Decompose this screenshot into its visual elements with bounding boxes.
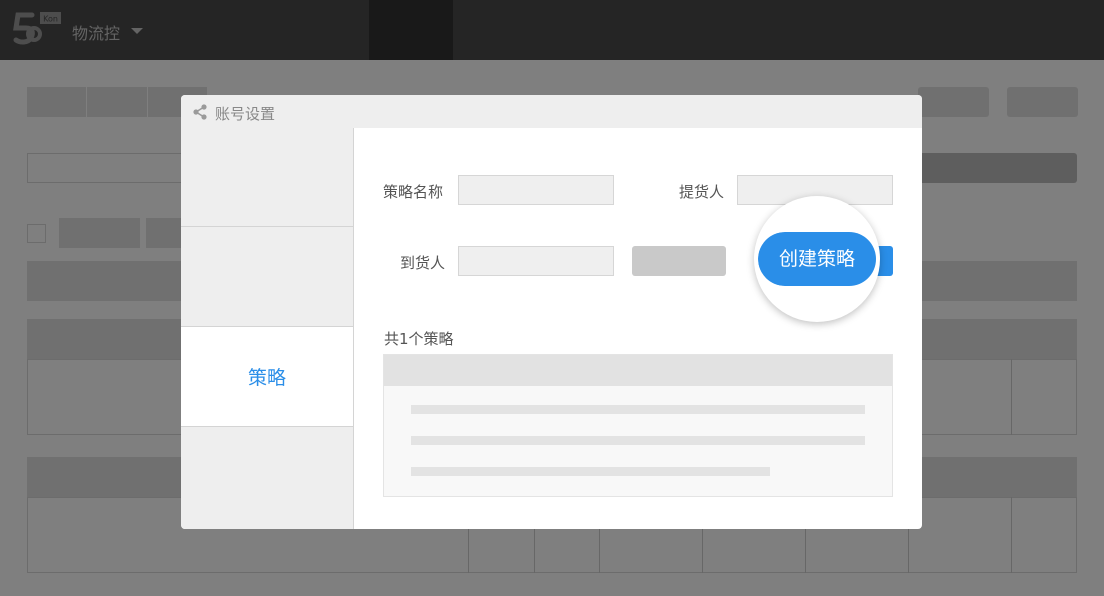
sidenav-item[interactable]: [181, 128, 353, 227]
list-item-placeholder: [411, 405, 865, 414]
settings-sidenav: 策略: [181, 128, 354, 529]
receiver-label: 到货人: [400, 254, 446, 272]
strategy-list-header: [384, 355, 892, 386]
receiver-input[interactable]: [458, 246, 614, 276]
modal-title: 账号设置: [215, 105, 276, 123]
list-item-placeholder: [411, 467, 770, 476]
strategy-list: [383, 354, 893, 497]
sidenav-item-strategy[interactable]: 策略: [181, 327, 353, 427]
account-settings-modal: 账号设置 策略 策略名称 提货人 到货人 创建策略 共1个策略: [181, 95, 922, 529]
modal-header: 账号设置: [181, 95, 922, 128]
sidenav-item[interactable]: [181, 227, 353, 327]
share-icon: [193, 104, 207, 120]
strategy-name-label: 策略名称: [383, 183, 444, 201]
strategy-name-input[interactable]: [458, 175, 614, 205]
strategy-count: 共1个策略: [384, 330, 454, 348]
sidenav-item-label: 策略: [247, 367, 286, 389]
sidenav-item[interactable]: [181, 427, 353, 529]
pickup-person-label: 提货人: [679, 183, 725, 201]
list-item-placeholder: [411, 436, 865, 445]
create-strategy-button[interactable]: 创建策略: [758, 232, 876, 286]
query-button[interactable]: [632, 246, 726, 276]
